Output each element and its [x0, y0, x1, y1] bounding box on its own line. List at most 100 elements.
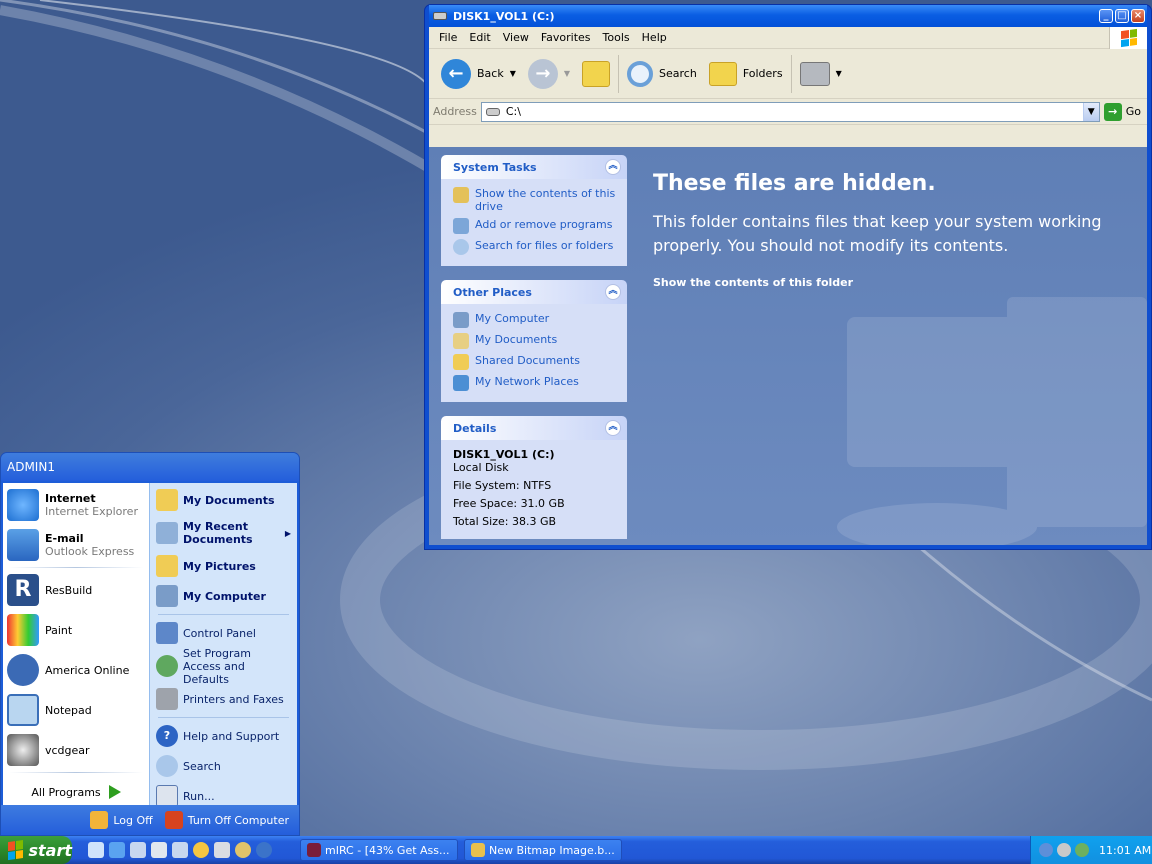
log-off-button[interactable]: Log Off [90, 811, 153, 829]
drive-icon [433, 12, 447, 20]
quicklaunch-5-icon[interactable] [172, 842, 188, 858]
task-show-contents[interactable]: Show the contents of this drive [453, 187, 617, 213]
menu-favorites[interactable]: Favorites [535, 31, 597, 44]
other-places-panel: Other Places ︽ My Computer My Documents [441, 280, 627, 402]
shared-folder-icon [453, 354, 469, 370]
link-my-computer[interactable]: My Computer [150, 581, 297, 611]
address-input[interactable]: C:\ ▼ [480, 101, 1100, 122]
recent-resbuild[interactable]: R ResBuild [3, 570, 149, 610]
start-menu-footer: Log Off Turn Off Computer [1, 805, 299, 835]
minimize-button[interactable]: _ [1099, 9, 1113, 23]
system-tray: 11:01 AM [1030, 836, 1152, 864]
network-icon[interactable] [1075, 843, 1089, 857]
views-button[interactable]: ▼ [794, 54, 848, 94]
collapse-chevron-icon[interactable]: ︽ [605, 159, 621, 175]
folder-content: System Tasks ︽ Show the contents of this… [429, 147, 1147, 545]
recent-aol[interactable]: America Online [3, 650, 149, 690]
arrow-right-icon [108, 785, 121, 799]
hidden-files-message: These files are hidden. This folder cont… [653, 171, 1127, 289]
title-bar[interactable]: DISK1_VOL1 (C:) _ □ × [429, 5, 1147, 27]
details-name: DISK1_VOL1 (C:) [453, 448, 555, 461]
address-dropdown[interactable]: ▼ [1082, 102, 1099, 121]
all-programs-button[interactable]: All Programs [3, 775, 149, 809]
maximize-button[interactable]: □ [1115, 9, 1129, 23]
details-type: Local Disk [453, 461, 509, 474]
go-arrow-icon: → [1103, 102, 1122, 121]
link-help-support[interactable]: ? Help and Support [150, 721, 297, 751]
internet-explorer-icon[interactable] [109, 842, 125, 858]
close-button[interactable]: × [1131, 9, 1145, 23]
forward-arrow-icon: → [527, 58, 558, 89]
run-icon [156, 785, 178, 807]
hidden-text: This folder contains files that keep you… [653, 212, 1102, 255]
media-player-icon[interactable] [193, 842, 209, 858]
turn-off-button[interactable]: Turn Off Computer [164, 811, 289, 829]
address-label: Address [433, 105, 477, 118]
recent-notepad[interactable]: Notepad [3, 690, 149, 730]
place-shared-documents[interactable]: Shared Documents [453, 354, 617, 370]
my-documents-icon [453, 333, 469, 349]
my-pictures-icon [156, 555, 178, 577]
outlook-icon[interactable] [130, 842, 146, 858]
back-button[interactable]: ← Back ▼ [435, 54, 522, 94]
place-my-computer[interactable]: My Computer [453, 312, 617, 328]
other-places-header[interactable]: Other Places ︽ [441, 280, 627, 304]
link-my-documents[interactable]: My Documents [150, 485, 297, 515]
recent-paint[interactable]: Paint [3, 610, 149, 650]
link-my-pictures[interactable]: My Pictures [150, 551, 297, 581]
place-my-documents[interactable]: My Documents [453, 333, 617, 349]
computer-watermark-icon [837, 297, 1147, 545]
place-network-places[interactable]: My Network Places [453, 375, 617, 391]
go-button[interactable]: → Go [1103, 102, 1141, 121]
link-recent-documents[interactable]: My Recent Documents ▶ [150, 515, 297, 551]
task-add-remove-programs[interactable]: Add or remove programs [453, 218, 617, 234]
clock[interactable]: 11:01 AM [1099, 844, 1151, 857]
notepad-icon [7, 694, 39, 726]
task-mirc[interactable]: mIRC - [43% Get Ass... [300, 839, 458, 861]
quicklaunch-7-icon[interactable] [214, 842, 230, 858]
address-bar: Address C:\ ▼ → Go [429, 99, 1147, 125]
menu-view[interactable]: View [497, 31, 535, 44]
quicklaunch-1-icon[interactable] [88, 842, 104, 858]
pinned-email[interactable]: E-mail Outlook Express [3, 525, 149, 565]
link-search[interactable]: Search [150, 751, 297, 781]
details-free-space: Free Space: 31.0 GB [453, 497, 565, 510]
up-button[interactable] [576, 54, 616, 94]
calculator-icon[interactable] [151, 842, 167, 858]
explorer-window: DISK1_VOL1 (C:) _ □ × File Edit View Fav… [424, 4, 1152, 550]
system-tasks-header[interactable]: System Tasks ︽ [441, 155, 627, 179]
drive-icon [485, 107, 500, 116]
volume-icon[interactable] [1057, 843, 1071, 857]
menu-file[interactable]: File [433, 31, 463, 44]
link-printers-faxes[interactable]: Printers and Faxes [150, 684, 297, 714]
details-total-size: Total Size: 38.3 GB [453, 515, 557, 528]
quicklaunch-8-icon[interactable] [235, 842, 251, 858]
folders-button[interactable]: Folders [703, 54, 789, 94]
menu-edit[interactable]: Edit [463, 31, 496, 44]
add-remove-icon [453, 218, 469, 234]
start-button[interactable]: start [0, 836, 72, 864]
link-program-access[interactable]: Set Program Access and Defaults [150, 647, 297, 686]
details-filesystem: File System: NTFS [453, 479, 552, 492]
quicklaunch-9-icon[interactable] [256, 842, 272, 858]
task-bitmap[interactable]: New Bitmap Image.b... [464, 839, 622, 861]
show-contents-link[interactable]: Show the contents of this folder [653, 276, 1127, 289]
window-title: DISK1_VOL1 (C:) [453, 9, 555, 23]
tray-expand-icon[interactable] [1039, 843, 1053, 857]
my-documents-icon [156, 489, 178, 511]
task-search-files[interactable]: Search for files or folders [453, 239, 617, 255]
collapse-chevron-icon[interactable]: ︽ [605, 420, 621, 436]
outlook-express-icon [7, 529, 39, 561]
recent-vcdgear[interactable]: vcdgear [3, 730, 149, 770]
menu-help[interactable]: Help [636, 31, 673, 44]
details-header[interactable]: Details ︽ [441, 416, 627, 440]
link-control-panel[interactable]: Control Panel [150, 618, 297, 648]
collapse-chevron-icon[interactable]: ︽ [605, 284, 621, 300]
search-button[interactable]: Search [621, 54, 703, 94]
pinned-internet[interactable]: Internet Internet Explorer [3, 485, 149, 525]
menu-tools[interactable]: Tools [597, 31, 636, 44]
start-menu-left: Internet Internet Explorer E-mail Outlook … [3, 483, 149, 805]
search-icon [453, 239, 469, 255]
vcdgear-icon [7, 734, 39, 766]
forward-button[interactable]: → ▼ [522, 54, 576, 94]
